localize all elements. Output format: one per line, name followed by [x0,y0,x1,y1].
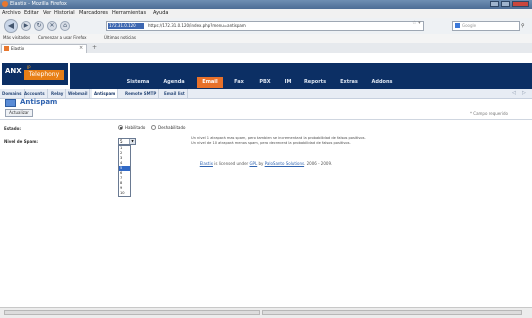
submenu-antispam[interactable]: Antispam [92,89,119,98]
forward-arrow-icon[interactable]: ▶ [21,21,31,31]
spam-level-value: 5 [120,139,123,144]
window-titlebar: Elastix - Mozilla Firefox [0,0,532,9]
tab-addons[interactable]: Addons [369,77,395,88]
bookmark-getting-started[interactable]: Comenzar a usar Firefox [38,35,87,40]
tab-extras[interactable]: Extras [337,77,361,88]
submenu-remote-smtp[interactable]: Remote SMTP [123,89,160,98]
back-arrow-icon[interactable]: ◀ [4,19,18,33]
footer-text-1: is licensed under [212,161,250,166]
tab-fax[interactable]: Fax [230,77,248,88]
logo[interactable]: ANX IP Telephony [2,63,68,85]
submenu-bar: Domains Accounts Relay Webmail Antispam … [0,89,532,99]
submenu-relay[interactable]: Relay [49,89,67,98]
divider [0,119,532,120]
close-tab-icon[interactable]: × [79,45,83,51]
home-icon[interactable]: ⌂ [60,21,70,31]
google-icon[interactable] [455,23,460,28]
menu-historial[interactable]: Historial [54,10,75,16]
page-title: Antispam [20,98,58,106]
url-bar[interactable]: 172.31.0.120 https://172.31.0.120/index.… [106,21,424,31]
tab-im[interactable]: IM [281,77,295,88]
submenu-domains[interactable]: Domains [0,89,25,98]
enabled-radio[interactable] [118,125,123,130]
navigation-toolbar: ◀ ▶ ↻ ✕ ⌂ 172.31.0.120 https://172.31.0.… [0,18,532,35]
submenu-webmail[interactable]: Webmail [66,89,91,98]
tab-pbx[interactable]: PBX [256,77,274,88]
stop-icon[interactable]: ✕ [47,21,57,31]
site-identity-badge[interactable]: 172.31.0.120 [108,23,144,29]
antispam-module-icon [5,99,16,107]
logo-anx: ANX [5,67,22,75]
disabled-radio[interactable] [151,125,156,130]
window-title: Elastix - Mozilla Firefox [10,1,67,7]
menu-editar[interactable]: Editar [24,10,39,16]
tab-reports[interactable]: Reports [302,77,328,88]
browser-tab[interactable]: Elastix × [1,44,87,53]
search-icon[interactable]: ⚲ [521,23,525,29]
chevron-left-icon[interactable]: ◁ [512,89,516,98]
minimize-button[interactable] [490,1,499,7]
spam-level-label: Nivel de Spam: [4,139,38,144]
chevron-down-icon[interactable]: ▼ [129,139,135,144]
horizontal-scrollbar-track[interactable] [262,310,522,315]
reload-icon[interactable]: ↻ [34,21,44,31]
menu-ver[interactable]: Ver [43,10,51,16]
disabled-radio-label[interactable]: Deshabilitado [158,125,186,130]
spam-level-help-1: Un nivel 1 atrapará mas spam, pero tambi… [191,136,366,140]
spam-level-help-2: Un nivel de 10 atrapará menos spam, pero… [191,141,351,145]
url-text[interactable]: https://172.31.0.120/index.php?menu=anti… [148,23,246,28]
footer-text-2: by [257,161,265,166]
submenu-email-list[interactable]: Email list [162,89,188,98]
status-bar [0,307,532,318]
maximize-button[interactable] [501,1,510,7]
tab-label: Elastix [11,46,25,51]
tab-email[interactable]: Email [197,77,223,88]
top-links[interactable]: About us • Help • Cerrar Sesión (admin) [372,53,453,58]
menu-marcadores[interactable]: Marcadores [79,10,108,16]
chevron-right-icon[interactable]: ▷ [522,89,526,98]
menu-herramientas[interactable]: Herramientas [112,10,146,16]
update-button[interactable]: Actualizar [5,109,33,117]
horizontal-scrollbar[interactable] [4,310,260,315]
required-note: * Campo requerido [470,111,508,116]
logo-brand: Telephony [24,70,64,80]
new-tab-icon[interactable]: + [92,44,97,51]
bookmark-latest-news[interactable]: Últimas noticias [104,35,136,40]
firefox-icon [2,1,8,7]
page-footer: Elastix is licensed under GPL by PaloSan… [0,161,532,166]
elastix-favicon [4,46,9,51]
footer-company-link[interactable]: PaloSanto Solutions [265,161,304,166]
menu-ayuda[interactable]: Ayuda [153,10,168,16]
menubar: Archivo Editar Ver Historial Marcadores … [0,9,532,18]
tab-sistema[interactable]: Sistema [125,77,151,88]
level-option-10[interactable]: 10 [119,191,130,196]
close-window-button[interactable] [512,1,529,7]
spam-level-select[interactable]: 5 ▼ [118,138,136,145]
search-placeholder: Google [462,23,477,28]
estado-label: Estado: [4,126,21,131]
search-input[interactable]: Google [452,21,520,31]
enabled-radio-label[interactable]: Habilitado [125,125,145,130]
footer-years: . 2006 - 2009. [304,161,333,166]
spam-level-dropdown[interactable]: 1 2 3 4 5 6 7 8 9 10 [118,145,131,197]
submenu-accounts[interactable]: Accounts [22,89,48,98]
tab-agenda[interactable]: Agenda [161,77,187,88]
menu-archivo[interactable]: Archivo [2,10,21,16]
bookmark-most-visited[interactable]: Más visitados [3,35,30,40]
footer-product-link[interactable]: Elastix [200,161,213,166]
bookmark-star-icon[interactable]: ☆ ▾ [412,20,421,26]
